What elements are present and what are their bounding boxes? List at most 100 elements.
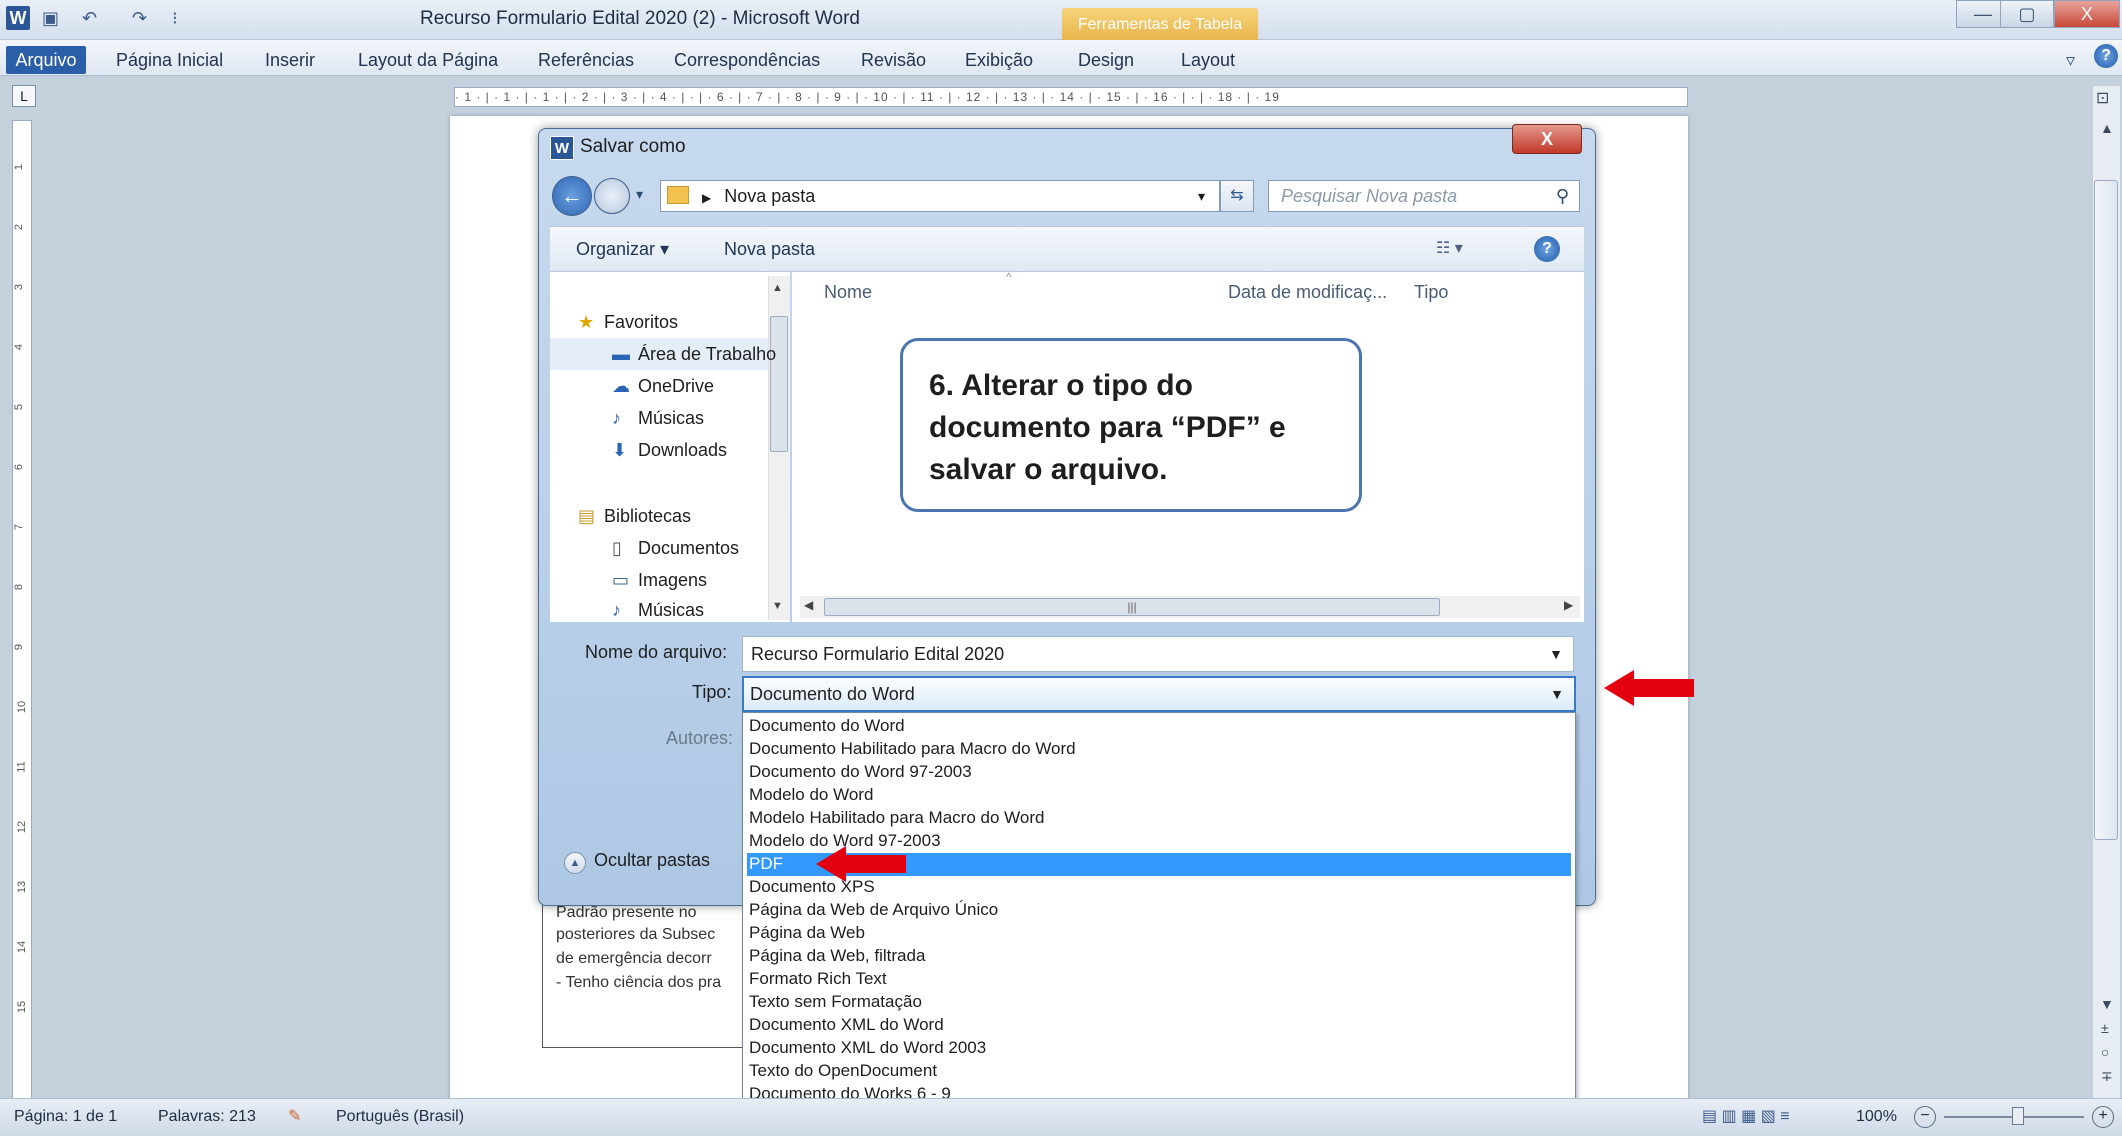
hscroll-thumb[interactable]: ||| [824, 598, 1440, 616]
word-app-icon[interactable]: W [6, 6, 30, 30]
customize-qat-icon[interactable]: ⁝ [172, 8, 178, 30]
zoom-out-icon[interactable]: − [1914, 1106, 1936, 1128]
undo-icon[interactable]: ↶ [82, 8, 97, 30]
redo-icon[interactable]: ↷ [132, 8, 147, 30]
word-count[interactable]: Palavras: 213 [158, 1099, 256, 1135]
authors-label: Autores: [666, 728, 734, 748]
type-option[interactable]: Texto do OpenDocument [747, 1060, 1571, 1083]
tab-inserir[interactable]: Inserir [265, 46, 315, 74]
tab-layout-pagina[interactable]: Layout da Página [358, 46, 498, 74]
nav-downloads[interactable]: ⬇ Downloads [612, 440, 727, 461]
type-option[interactable]: Documento XML do Word 2003 [747, 1037, 1571, 1060]
document-text-line: - Tenho ciência dos pra [556, 974, 722, 991]
tab-design[interactable]: Design [1078, 46, 1134, 74]
ruler-number: 3 [13, 283, 26, 291]
previous-page-icon[interactable]: ± [2101, 1020, 2109, 1036]
file-type-value: Documento do Word [750, 684, 915, 704]
save-icon[interactable]: ▣ [42, 8, 59, 30]
nav-desktop[interactable]: ▬ Área de Trabalho [612, 344, 776, 365]
tab-revisao[interactable]: Revisão [861, 46, 926, 74]
tab-referencias[interactable]: Referências [538, 46, 634, 74]
address-dropdown-icon[interactable]: ▾ [1198, 181, 1205, 211]
scroll-left-icon[interactable]: ◀ [804, 598, 813, 612]
type-option[interactable]: Modelo Habilitado para Macro do Word [747, 807, 1571, 830]
document-text-line: de emergência decorr [556, 950, 712, 967]
scroll-down-icon[interactable]: ▼ [2100, 996, 2114, 1012]
type-option[interactable]: Documento Habilitado para Macro do Word [747, 738, 1571, 761]
nav-scroll-down-icon[interactable]: ▼ [772, 600, 783, 612]
tab-pagina-inicial[interactable]: Página Inicial [116, 46, 223, 74]
recent-pages-icon[interactable]: ▾ [636, 186, 643, 203]
scroll-up-icon[interactable]: ▲ [2100, 120, 2114, 136]
column-header-type[interactable]: Tipo [1414, 282, 1448, 303]
ruler-number: 10 [16, 700, 29, 714]
type-option[interactable]: Formato Rich Text [747, 968, 1571, 991]
column-header-date[interactable]: Data de modificaç... [1228, 282, 1387, 303]
nav-images[interactable]: ▭ Imagens [612, 570, 707, 591]
type-option[interactable]: Página da Web, filtrada [747, 945, 1571, 968]
nav-scroll-up-icon[interactable]: ▲ [772, 282, 783, 294]
type-option[interactable]: Página da Web [747, 922, 1571, 945]
page-count[interactable]: Página: 1 de 1 [14, 1099, 117, 1135]
browse-object-icon[interactable]: ○ [2101, 1044, 2109, 1060]
type-option[interactable]: Documento XML do Word [747, 1014, 1571, 1037]
minimize-ribbon-icon[interactable]: ▿ [2066, 46, 2075, 74]
forward-arrow-icon[interactable] [594, 178, 630, 214]
ruler-number: 9 [13, 643, 26, 651]
organize-button[interactable]: Organizar ▾ [576, 227, 669, 271]
chevron-down-icon[interactable]: ▼ [1550, 678, 1564, 710]
column-header-name[interactable]: Nome [824, 282, 872, 303]
tab-exibicao[interactable]: Exibição [965, 46, 1033, 74]
tab-arquivo[interactable]: Arquivo [6, 46, 86, 74]
maximize-button[interactable]: ▢ [2000, 0, 2054, 28]
view-ruler-icon[interactable]: ⊡ [2096, 88, 2109, 108]
close-window-button[interactable]: X [2054, 0, 2120, 28]
horizontal-ruler[interactable]: · 1 · | · 1 · | · 1 · | · 2 · | · 3 · | … [454, 87, 1688, 107]
type-option[interactable]: Texto sem Formatação [747, 991, 1571, 1014]
address-bar[interactable]: ▶ Nova pasta ▾ [660, 180, 1220, 212]
proofing-icon[interactable]: ✎ [288, 1099, 301, 1135]
search-icon[interactable]: ⚲ [1556, 181, 1569, 211]
nav-scroll-thumb[interactable] [770, 316, 788, 452]
type-option[interactable]: Modelo do Word [747, 784, 1571, 807]
zoom-slider-thumb[interactable] [2012, 1107, 2024, 1125]
filename-input[interactable]: Recurso Formulario Edital 2020 ▼ [742, 636, 1574, 672]
nav-documents[interactable]: ▯ Documentos [612, 538, 739, 559]
type-option[interactable]: Documento do Word [747, 715, 1571, 738]
dialog-close-button[interactable]: X [1512, 124, 1582, 154]
view-options-icon[interactable]: ☷ ▾ [1436, 227, 1463, 271]
next-page-icon[interactable]: ∓ [2101, 1068, 2113, 1085]
ruler-number: 11 [15, 761, 28, 773]
nav-music-library[interactable]: ♪ Músicas [612, 600, 704, 620]
nav-music[interactable]: ♪ Músicas [612, 408, 704, 429]
folder-icon [667, 186, 689, 204]
file-type-select[interactable]: Documento do Word ▼ [742, 676, 1576, 712]
zoom-in-icon[interactable]: + [2092, 1106, 2114, 1128]
back-arrow-icon[interactable]: ← [552, 176, 592, 216]
nav-favorites[interactable]: ★ Favoritos [578, 312, 678, 333]
type-option[interactable]: Página da Web de Arquivo Único [747, 899, 1571, 922]
nav-libraries[interactable]: ▤ Bibliotecas [578, 506, 691, 527]
scrollbar-thumb[interactable] [2094, 180, 2118, 840]
ruler-number: 7 [13, 523, 26, 531]
chevron-down-icon[interactable]: ▼ [1549, 637, 1563, 671]
tab-layout[interactable]: Layout [1181, 46, 1235, 74]
hide-folders-button[interactable]: ▲ Ocultar pastas [564, 850, 710, 874]
tab-selector[interactable]: L [12, 85, 36, 107]
type-option[interactable]: Documento do Word 97-2003 [747, 761, 1571, 784]
search-input[interactable]: Pesquisar Nova pasta ⚲ [1268, 180, 1580, 212]
scroll-right-icon[interactable]: ▶ [1564, 598, 1573, 612]
dialog-title: Salvar como [580, 136, 686, 157]
view-buttons-icon[interactable]: ▤ ▥ ▦ ▧ ≡ [1702, 1099, 1790, 1135]
language[interactable]: Português (Brasil) [336, 1099, 464, 1135]
ruler-number: 1 [13, 163, 26, 171]
help-icon[interactable]: ? [2094, 44, 2118, 68]
vertical-ruler[interactable]: 1 2 3 4 5 6 7 8 9 10 11 12 13 14 15 [12, 120, 32, 1100]
refresh-icon[interactable]: ⇆ [1220, 180, 1254, 212]
dialog-help-icon[interactable]: ? [1534, 236, 1560, 262]
zoom-level[interactable]: 100% [1856, 1099, 1897, 1135]
new-folder-button[interactable]: Nova pasta [724, 227, 815, 271]
breadcrumb[interactable]: Nova pasta [724, 186, 815, 206]
tab-correspondencias[interactable]: Correspondências [674, 46, 820, 74]
nav-onedrive[interactable]: ☁ OneDrive [612, 376, 714, 397]
